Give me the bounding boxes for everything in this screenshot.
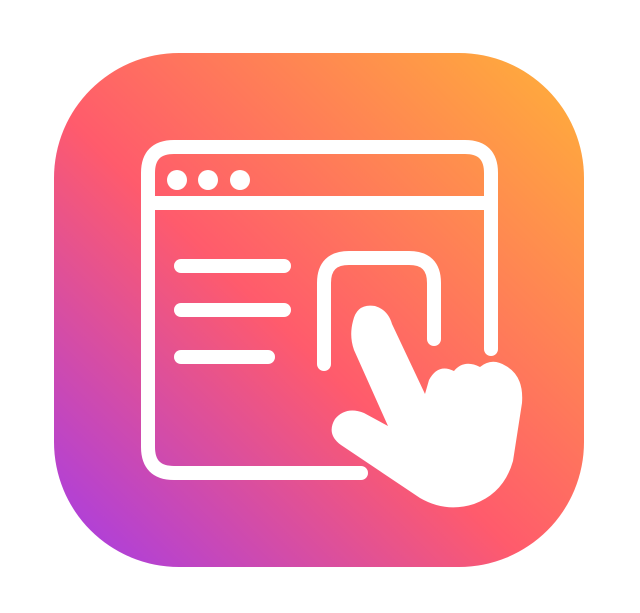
window-dot-1 [167, 170, 187, 190]
icon-stage [0, 0, 640, 613]
window-dot-3 [230, 170, 250, 190]
web-click-app-icon[interactable] [54, 53, 584, 567]
window-dot-2 [198, 170, 218, 190]
app-icon[interactable] [54, 53, 584, 567]
window-control-dots [167, 170, 250, 190]
